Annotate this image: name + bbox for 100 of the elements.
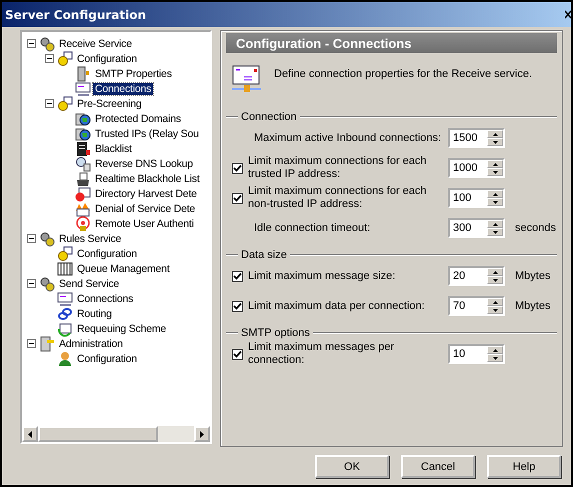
description-text: Define connection properties for the Receive service. xyxy=(274,67,532,80)
down-arrow-icon[interactable] xyxy=(492,170,498,174)
monitor-icon xyxy=(57,290,73,306)
tree-item[interactable]: Send Service xyxy=(57,278,122,290)
panel-header: Configuration - Connections xyxy=(226,33,557,53)
unit-label: Mbytes xyxy=(515,300,550,312)
window-title: Server Configuration xyxy=(5,8,146,22)
number-spinner[interactable]: 20 xyxy=(448,266,505,286)
tree-item[interactable]: Administration xyxy=(57,338,125,350)
tree-item[interactable]: Routing xyxy=(75,308,114,320)
document-icon xyxy=(75,140,91,156)
gear-window-icon xyxy=(57,96,73,112)
tree-item[interactable]: Connections xyxy=(75,292,136,304)
number-spinner[interactable]: 1500 xyxy=(448,128,505,148)
down-arrow-icon[interactable] xyxy=(492,140,498,144)
bin-icon xyxy=(75,170,91,186)
checkbox[interactable] xyxy=(232,270,243,282)
field-label: Maximum active Inbound connections: xyxy=(254,132,442,144)
group-title: SMTP options xyxy=(241,327,310,339)
collapse-toggle[interactable] xyxy=(27,39,36,48)
number-spinner[interactable]: 70 xyxy=(448,296,505,316)
down-arrow-icon[interactable] xyxy=(492,308,498,312)
down-arrow-icon[interactable] xyxy=(492,356,498,360)
up-arrow-icon[interactable] xyxy=(492,348,498,352)
unit-label: seconds xyxy=(515,222,556,234)
flame-icon xyxy=(75,200,91,216)
tree-item[interactable]: Denial of Service Dete xyxy=(93,202,198,214)
person-icon xyxy=(57,350,73,366)
monitor-icon xyxy=(75,80,91,96)
checkbox[interactable] xyxy=(232,300,243,312)
collapse-toggle[interactable] xyxy=(27,234,36,243)
tree-item[interactable]: Rules Service xyxy=(57,232,124,244)
tree-item[interactable]: Reverse DNS Lookup xyxy=(93,158,195,170)
right-arrow-icon xyxy=(200,430,204,438)
gears-icon xyxy=(39,230,55,246)
globe-icon xyxy=(75,126,91,142)
scroll-left-button[interactable] xyxy=(22,426,38,442)
tree-item[interactable]: Requeuing Scheme xyxy=(75,322,168,334)
tree-item[interactable]: Configuration xyxy=(75,52,139,64)
collapse-toggle[interactable] xyxy=(27,279,36,288)
field-label: Limit maximum messages per connection: xyxy=(248,341,396,367)
gear-window-icon xyxy=(57,246,73,262)
number-spinner[interactable]: 300 xyxy=(448,218,505,238)
horizontal-scrollbar[interactable] xyxy=(22,426,210,442)
up-arrow-icon[interactable] xyxy=(492,222,498,226)
up-arrow-icon[interactable] xyxy=(492,270,498,274)
tree-item[interactable]: Queue Management xyxy=(75,262,172,274)
down-arrow-icon[interactable] xyxy=(492,230,498,234)
server-icon xyxy=(75,66,91,82)
checkbox[interactable] xyxy=(232,162,243,174)
dialog-button[interactable]: Cancel xyxy=(401,455,475,478)
chain-icon xyxy=(57,306,73,322)
close-icon[interactable] xyxy=(565,10,571,19)
tree-item[interactable]: Configuration xyxy=(75,352,139,364)
group-title: Connection xyxy=(241,111,297,123)
tree-item[interactable]: Pre-Screening xyxy=(75,98,144,110)
field-label: Limit maximum message size: xyxy=(248,270,396,282)
collapse-toggle[interactable] xyxy=(45,54,54,63)
tree-item[interactable]: Remote User Authenti xyxy=(93,218,196,230)
up-arrow-icon[interactable] xyxy=(492,132,498,136)
collapse-toggle[interactable] xyxy=(45,99,54,108)
dialog-button[interactable]: OK xyxy=(315,455,389,478)
gear-window-icon xyxy=(57,50,73,66)
grid-icon xyxy=(57,260,73,276)
monitor-network-icon xyxy=(232,65,262,93)
field-label: Idle connection timeout: xyxy=(254,222,372,234)
tree-item[interactable]: Realtime Blackhole List xyxy=(93,172,202,184)
tree-item[interactable]: Receive Service xyxy=(57,38,134,50)
down-arrow-icon[interactable] xyxy=(492,278,498,282)
dialog-button[interactable]: Help xyxy=(487,455,561,478)
checkbox[interactable] xyxy=(232,348,243,360)
tree-item[interactable]: Directory Harvest Dete xyxy=(93,188,199,200)
field-label: Limit maximum data per connection: xyxy=(248,300,426,312)
left-arrow-icon xyxy=(28,430,32,438)
stop-icon xyxy=(75,186,91,202)
gears-icon xyxy=(39,276,55,292)
tree-item[interactable]: Protected Domains xyxy=(93,112,183,124)
tree-item[interactable]: Connections xyxy=(93,82,154,94)
scroll-right-button[interactable] xyxy=(194,426,210,442)
up-arrow-icon[interactable] xyxy=(492,162,498,166)
up-arrow-icon[interactable] xyxy=(492,300,498,304)
number-spinner[interactable]: 100 xyxy=(448,188,505,208)
down-arrow-icon[interactable] xyxy=(492,200,498,204)
tree-item[interactable]: Blacklist xyxy=(93,142,134,154)
globe-icon xyxy=(75,110,91,126)
field-label: Limit maximum connections for each trusted IP address: xyxy=(248,155,428,181)
collapse-toggle[interactable] xyxy=(27,339,36,348)
number-spinner[interactable]: 10 xyxy=(448,344,505,364)
unit-label: Mbytes xyxy=(515,270,550,282)
tree-item[interactable]: Trusted IPs (Relay Sou xyxy=(93,128,201,140)
magnifier-icon xyxy=(75,156,91,172)
group-title: Data size xyxy=(241,249,287,261)
up-arrow-icon[interactable] xyxy=(492,192,498,196)
field-label: Limit maximum connections for each non-trusted IP address: xyxy=(248,185,428,211)
checkbox[interactable] xyxy=(232,192,243,204)
tree-item[interactable]: SMTP Properties xyxy=(93,68,174,80)
refresh-icon xyxy=(57,320,73,336)
tree-item[interactable]: Configuration xyxy=(75,248,139,260)
number-spinner[interactable]: 1000 xyxy=(448,158,505,178)
gears-icon xyxy=(39,36,55,52)
